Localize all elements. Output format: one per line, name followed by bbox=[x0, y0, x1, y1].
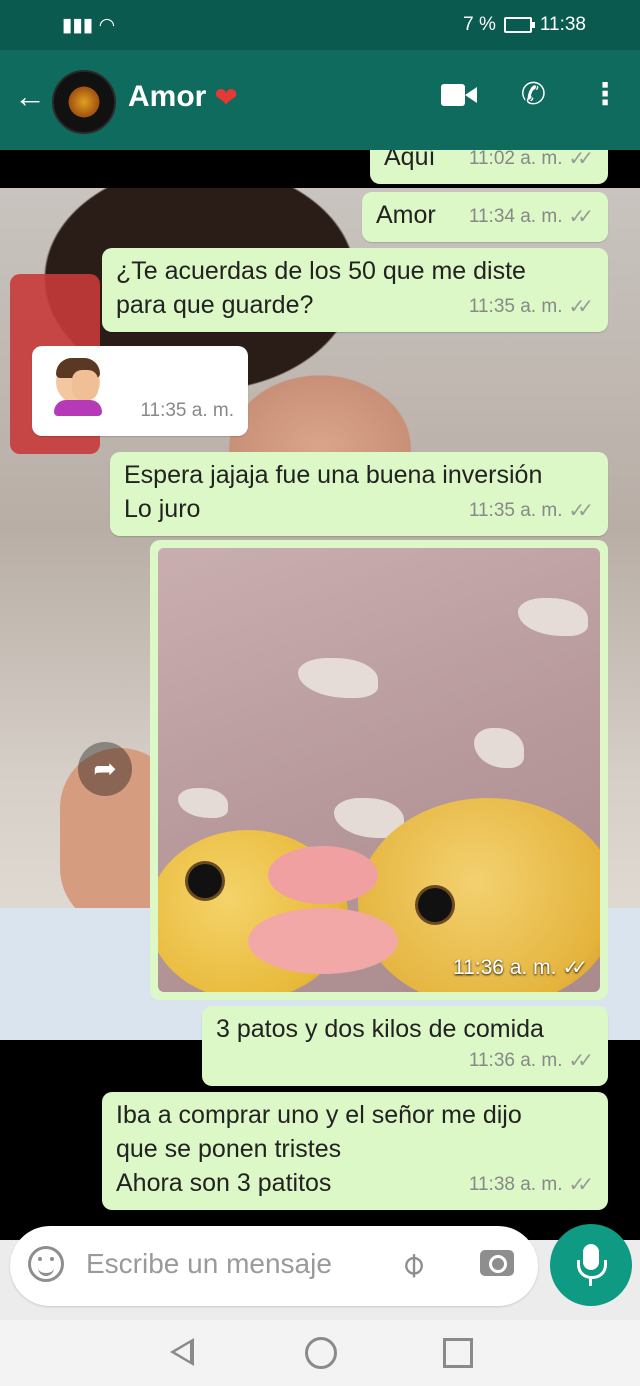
read-ticks-icon: ✓✓ bbox=[568, 500, 593, 522]
nav-back-icon[interactable] bbox=[170, 1338, 194, 1366]
message-time: 11:34 a. m. bbox=[468, 206, 563, 227]
battery-icon bbox=[503, 17, 535, 33]
message-meta: 11:02 a. m. ✓✓ bbox=[469, 150, 594, 176]
chat-header: ← Amor ❤ ✆ ⋮ bbox=[0, 50, 640, 150]
nav-home-icon[interactable] bbox=[305, 1337, 337, 1369]
signal-wifi-icon: ▮▮▮ ◠ bbox=[62, 15, 116, 36]
message-bubble[interactable]: 3 patos y dos kilos de comida 11:36 a. m… bbox=[202, 1006, 608, 1086]
read-ticks-icon: ✓✓ bbox=[568, 1050, 593, 1072]
input-bar: Escribe un mensaje ⌀ bbox=[0, 1224, 640, 1320]
battery-percent: 7 % bbox=[463, 14, 496, 35]
arrow-left-icon[interactable]: ← bbox=[14, 80, 46, 112]
heart-icon: ❤ bbox=[214, 81, 238, 113]
message-text: Aquí bbox=[384, 150, 436, 171]
header-actions: ✆ ⋮ bbox=[440, 80, 620, 110]
paperclip-icon[interactable]: ⌀ bbox=[391, 1243, 434, 1286]
photo-feather bbox=[474, 728, 524, 768]
mic-leg bbox=[589, 1278, 592, 1286]
nav-recents-icon[interactable] bbox=[443, 1338, 473, 1368]
mic-stand bbox=[577, 1260, 607, 1279]
message-bubble[interactable]: Espera jajaja fue una buena inversión Lo… bbox=[110, 452, 608, 536]
message-input[interactable]: Escribe un mensaje bbox=[86, 1248, 332, 1280]
message-time: 11:02 a. m. bbox=[468, 150, 563, 169]
message-text: Iba a comprar uno y el señor me dijo que… bbox=[116, 1101, 522, 1197]
read-ticks-icon: ✓✓ bbox=[568, 150, 593, 170]
read-ticks-icon: ✓✓ bbox=[562, 957, 587, 979]
read-ticks-icon: ✓✓ bbox=[568, 206, 593, 228]
message-meta: 11:34 a. m. ✓✓ bbox=[469, 200, 594, 234]
avatar[interactable] bbox=[52, 70, 116, 134]
message-time: 11:35 a. m. bbox=[140, 400, 234, 421]
phone-icon[interactable]: ✆ bbox=[521, 80, 546, 110]
avatar-logo bbox=[66, 84, 102, 120]
message-meta: 11:36 a. m. ✓✓ bbox=[453, 955, 588, 980]
message-meta: 11:38 a. m. ✓✓ bbox=[469, 1168, 594, 1202]
message-time: 11:35 a. m. bbox=[468, 296, 563, 317]
message-time: 11:35 a. m. bbox=[468, 500, 563, 521]
photo-feather bbox=[178, 788, 228, 818]
message-time: 11:36 a. m. bbox=[452, 955, 557, 979]
duckling-eye bbox=[418, 888, 452, 922]
mic-button[interactable] bbox=[550, 1224, 632, 1306]
message-text: Amor bbox=[376, 201, 436, 229]
system-nav-bar bbox=[0, 1320, 640, 1386]
camera-icon[interactable] bbox=[480, 1250, 514, 1276]
status-time: 11:38 bbox=[539, 14, 586, 35]
message-bubble[interactable]: Aquí 11:02 a. m. ✓✓ bbox=[370, 150, 608, 184]
sticker-bubble[interactable]: 11:35 a. m. bbox=[32, 346, 248, 436]
read-ticks-icon: ✓✓ bbox=[568, 1174, 593, 1196]
ducklings-photo[interactable] bbox=[158, 548, 600, 992]
video-call-icon[interactable] bbox=[440, 84, 477, 106]
message-meta: 11:35 a. m. ✓✓ bbox=[469, 494, 594, 528]
forward-icon[interactable]: ➦ bbox=[78, 742, 132, 796]
message-meta: 11:35 a. m. ✓✓ bbox=[469, 290, 594, 324]
contact-name: Amor bbox=[128, 80, 207, 113]
status-right: 7 % 11:38 bbox=[463, 14, 586, 36]
message-text: ¿Te acuerdas de los 50 que me diste para… bbox=[116, 257, 526, 319]
photo-feather bbox=[518, 598, 588, 636]
message-meta: 11:35 a. m. bbox=[140, 394, 234, 428]
message-bubble[interactable]: Iba a comprar uno y el señor me dijo que… bbox=[102, 1092, 608, 1210]
message-bubble[interactable]: ¿Te acuerdas de los 50 que me diste para… bbox=[102, 248, 608, 332]
contact-title[interactable]: Amor ❤ bbox=[128, 80, 238, 114]
chat-area[interactable]: Aquí 11:02 a. m. ✓✓ Amor 11:34 a. m. ✓✓ ¿T… bbox=[0, 150, 640, 1240]
message-meta: 11:36 a. m. ✓✓ bbox=[469, 1044, 594, 1078]
more-vert-icon[interactable]: ⋮ bbox=[590, 80, 620, 110]
message-time: 11:36 a. m. bbox=[468, 1050, 563, 1071]
message-time: 11:38 a. m. bbox=[468, 1174, 563, 1195]
message-text: 3 patos y dos kilos de comida bbox=[216, 1015, 544, 1043]
duckling-beak bbox=[248, 908, 398, 974]
message-input-field[interactable]: Escribe un mensaje ⌀ bbox=[10, 1226, 538, 1306]
duckling-beak bbox=[268, 846, 378, 904]
duckling-eye bbox=[188, 864, 222, 898]
facepalm-emoji-icon bbox=[50, 356, 106, 416]
emoji-icon[interactable] bbox=[28, 1246, 64, 1282]
status-left: ▮▮▮ ◠ bbox=[62, 14, 115, 37]
read-ticks-icon: ✓✓ bbox=[568, 296, 593, 318]
image-message[interactable]: 11:36 a. m. ✓✓ bbox=[150, 540, 608, 1000]
message-bubble[interactable]: Amor 11:34 a. m. ✓✓ bbox=[362, 192, 608, 242]
photo-feather bbox=[298, 658, 378, 698]
status-bar: ▮▮▮ ◠ 7 % 11:38 bbox=[0, 0, 640, 50]
